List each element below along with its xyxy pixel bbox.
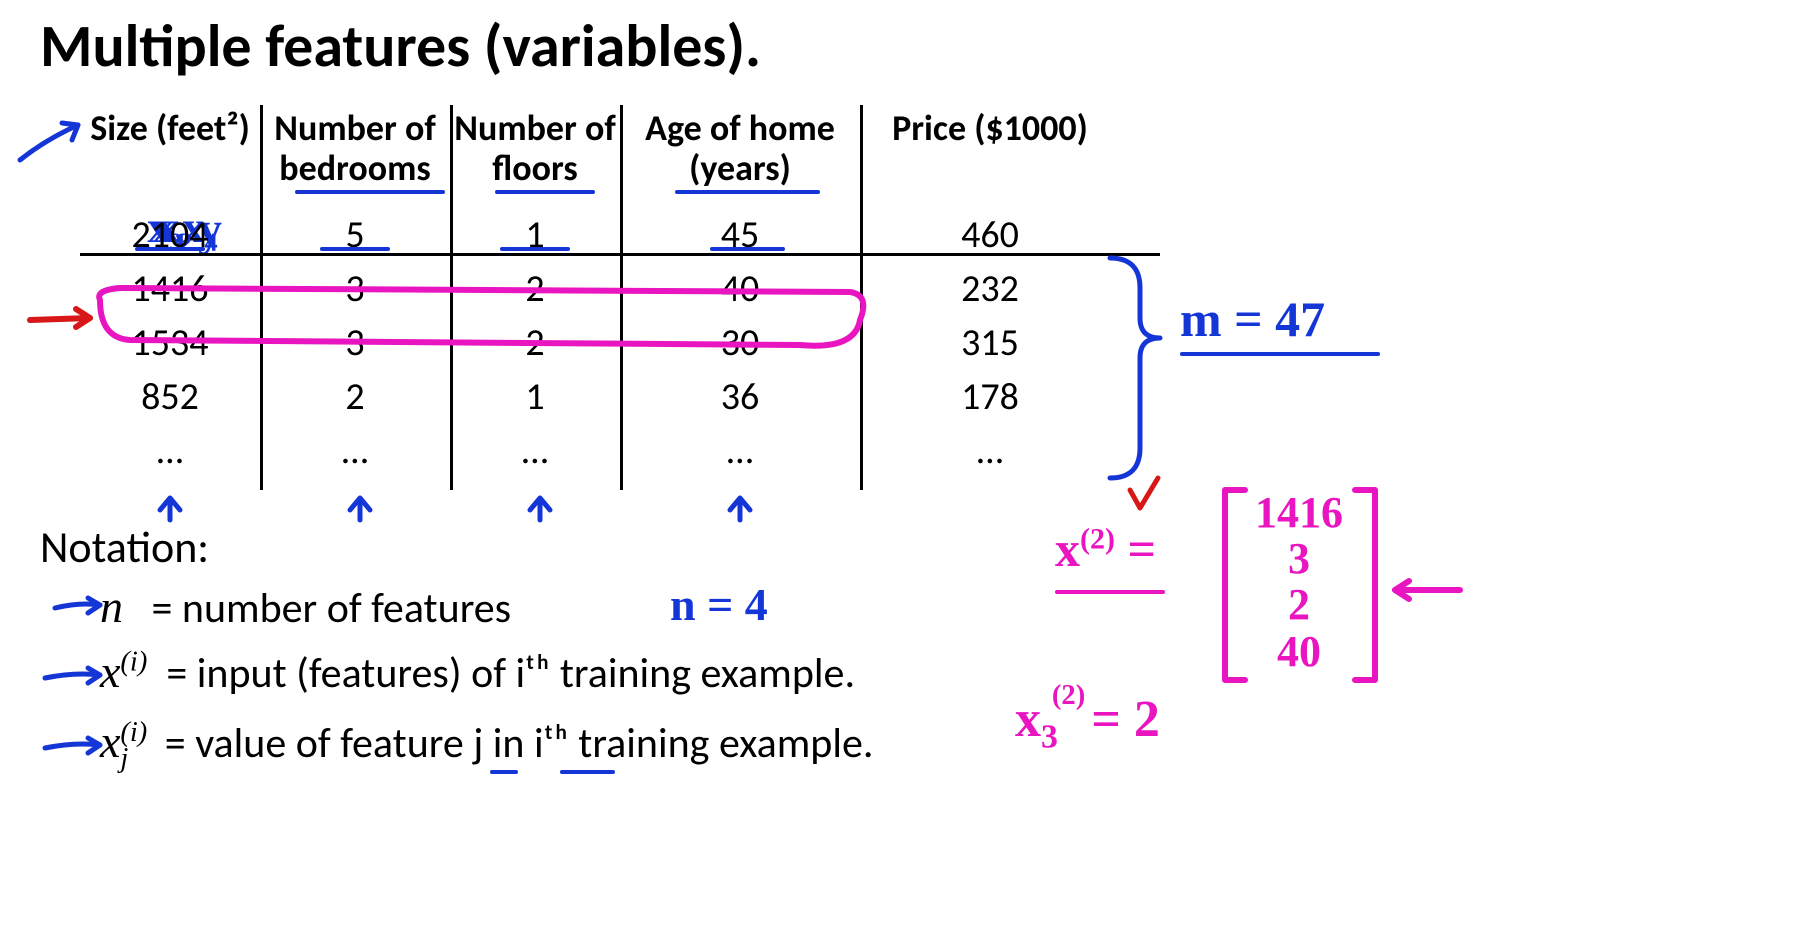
underline-floors [495, 190, 595, 194]
notation-n-def: = number of features [152, 583, 512, 634]
table-row: 15343230315 [80, 316, 1180, 370]
annotation-n-eq: n = 4 [670, 578, 768, 631]
page-title: Multiple features (variables). [40, 10, 761, 83]
col-header-floors-l2: floors [492, 146, 577, 190]
col-header-age: Age of home (years) [620, 105, 860, 192]
col-divider-1 [260, 105, 263, 490]
table-cell: … [860, 424, 1120, 478]
col-header-price: Price ($1000) [860, 105, 1120, 153]
table-cell: … [450, 424, 620, 478]
table-cell: 36 [620, 370, 860, 424]
underline-m [1180, 352, 1380, 356]
red-mark-x2 [1130, 478, 1158, 508]
table-cell: 45 [620, 208, 860, 262]
underline-x4 [710, 247, 785, 251]
col-divider-2 [450, 105, 453, 490]
underline-x3 [500, 247, 570, 251]
col-divider-4 [860, 105, 863, 490]
arrows-notation [45, 598, 100, 753]
col-header-floors: Number of floors [450, 105, 620, 192]
table-cell: 232 [860, 262, 1120, 316]
table-cell: 1416 [80, 262, 260, 316]
underline-x1 [135, 247, 205, 251]
annotation-x2-vector: 1416 3 2 40 [1255, 490, 1343, 675]
feature-table: Size (feet²) Number of bedrooms Number o… [80, 105, 1180, 478]
table-row: 8522136178 [80, 370, 1180, 424]
notation-n-symbol: n [100, 581, 123, 632]
table-cell: 1 [450, 208, 620, 262]
notation-xi-symbol: x(i) [100, 646, 147, 697]
col-header-bedrooms-l1: Number of [274, 106, 435, 150]
table-row: …………… [80, 424, 1180, 478]
x2-vec-2: 2 [1255, 582, 1343, 628]
notation-n-line: n = number of features [100, 580, 511, 634]
table-cell: 5 [260, 208, 450, 262]
notation-xij-def: = value of feature j in iᵗʰ training exa… [165, 718, 874, 769]
table-cell: 40 [620, 262, 860, 316]
col-header-bedrooms: Number of bedrooms [260, 105, 450, 192]
table-cell: 460 [860, 208, 1120, 262]
col-header-age-l1: Age of home [645, 106, 835, 150]
notation-xij-line: xj(i) = value of feature j in iᵗʰ traini… [100, 715, 874, 775]
table-cell: 2 [450, 262, 620, 316]
table-body: 2104514546014163240232153432303158522136… [80, 208, 1180, 478]
x2-vec-1: 3 [1255, 536, 1343, 582]
table-row: 21045145460 [80, 208, 1180, 262]
arrow-to-size [20, 123, 78, 160]
table-cell: … [260, 424, 450, 478]
up-arrows-columns [160, 498, 750, 520]
table-cell: 2 [260, 370, 450, 424]
annotation-x23-eq: x3(2)= 2 [1015, 690, 1160, 756]
col-divider-3 [620, 105, 623, 490]
x2-vec-3: 40 [1255, 629, 1343, 675]
table-cell: 1 [450, 370, 620, 424]
annotation-m-eq: m = 47 [1180, 290, 1325, 348]
underline-bedrooms [295, 190, 445, 194]
notation-xij-symbol: xj(i) [100, 716, 155, 767]
col-header-age-l2: (years) [689, 146, 791, 190]
col-header-size: Size (feet²) [80, 105, 260, 153]
underline-j [490, 770, 518, 774]
notation-xi-def: = input (features) of iᵗʰ training examp… [166, 648, 855, 699]
col-header-bedrooms-l2: bedrooms [279, 146, 430, 190]
table-cell: 178 [860, 370, 1120, 424]
notation-header: Notation: [40, 520, 209, 574]
x2-vec-0: 1416 [1255, 490, 1343, 536]
underline-x2-col [320, 247, 390, 251]
notation-xi-line: x(i) = input (features) of iᵗʰ training … [100, 645, 855, 699]
table-cell: … [80, 424, 260, 478]
table-cell: 315 [860, 316, 1120, 370]
annotation-x2-lhs: x(2) = [1055, 520, 1156, 578]
col-header-floors-l1: Number of [454, 106, 615, 150]
slide: Multiple features (variables). Size (fee… [0, 0, 1810, 938]
table-cell: 30 [620, 316, 860, 370]
table-cell: 1534 [80, 316, 260, 370]
table-cell: 2104 [80, 208, 260, 262]
table-cell: 2 [450, 316, 620, 370]
underline-years [675, 190, 820, 194]
table-cell: … [620, 424, 860, 478]
table-header-row: Size (feet²) Number of bedrooms Number o… [80, 105, 1180, 192]
underline-x2 [1055, 590, 1165, 594]
underline-ith [560, 770, 615, 774]
arrow-into-vector [1395, 581, 1460, 599]
table-row: 14163240232 [80, 262, 1180, 316]
table-cell: 3 [260, 262, 450, 316]
table-cell: 852 [80, 370, 260, 424]
table-cell: 3 [260, 316, 450, 370]
